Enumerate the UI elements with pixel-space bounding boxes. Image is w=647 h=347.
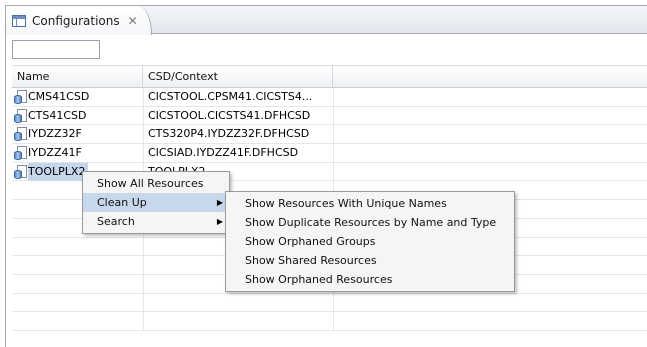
table-header: Name CSD/Context [12,66,647,88]
table-row[interactable]: CTS41CSD CICSTOOL.CICSTS41.DFHCSD [12,106,647,126]
table-row[interactable]: IYDZZ32F CTS320P4.IYDZZ32F.DFHCSD [12,125,647,145]
menu-item-clean-up[interactable]: Clean Up ▶ [83,193,229,212]
menu-item-label: Show Shared Resources [245,254,377,267]
csd-database-icon [14,164,27,179]
menu-item-show-orphaned-resources[interactable]: Show Orphaned Resources [226,270,514,289]
menu-item-label: Clean Up [97,196,147,209]
tab-title: Configurations [32,13,120,28]
csd-database-icon [14,90,27,104]
menu-item-show-shared-resources[interactable]: Show Shared Resources [226,251,514,270]
menu-item-label: Show Duplicate Resources by Name and Typ… [245,216,497,229]
menu-item-show-all-resources[interactable]: Show All Resources [83,174,229,193]
menu-item-label: Show Resources With Unique Names [245,197,447,210]
row-name-label: IYDZZ32F [28,127,82,141]
cell-context: CTS320P4.IYDZZ32F.DFHCSD [148,127,310,141]
cell-context: CICSIAD.IYDZZ41F.DFHCSD [148,146,299,160]
row-name-label: TOOLPLX2 [28,162,89,181]
table-row[interactable]: CMS41CSD CICSTOOL.CPSM41.CICSTS4... [12,88,647,107]
csd-database-icon [14,146,27,161]
filter-input[interactable] [12,40,100,59]
menu-item-show-orphaned-groups[interactable]: Show Orphaned Groups [226,232,514,251]
cell-context: CICSTOOL.CPSM41.CICSTS4... [148,90,313,103]
menu-item-label: Show Orphaned Resources [245,273,393,286]
submenu-arrow-icon: ▶ [216,198,223,207]
submenu-arrow-icon: ▶ [216,217,223,226]
column-header-csd-context[interactable]: CSD/Context [143,66,333,88]
context-menu: Show All Resources Clean Up ▶ Search ▶ [82,171,230,234]
empty-row [12,293,647,313]
close-icon[interactable]: ✕ [128,14,138,28]
cell-name: CTS41CSD [14,107,142,125]
configurations-view-icon [12,14,26,27]
menu-item-show-duplicate-resources[interactable]: Show Duplicate Resources by Name and Typ… [226,213,514,232]
cell-context: CICSTOOL.CICSTS41.DFHCSD [148,108,311,122]
menu-item-show-unique-names[interactable]: Show Resources With Unique Names [226,194,514,213]
row-name-label: CTS41CSD [28,108,87,122]
menu-item-label: Show All Resources [97,177,204,190]
clean-up-submenu: Show Resources With Unique Names Show Du… [225,191,515,292]
cell-name: IYDZZ41F [14,144,142,162]
column-header-name[interactable]: Name [12,66,143,88]
table-row[interactable]: IYDZZ41F CICSIAD.IYDZZ41F.DFHCSD [12,144,647,163]
csd-database-icon [14,108,27,123]
cell-name: IYDZZ32F [14,125,142,143]
row-name-label: IYDZZ41F [28,146,82,160]
csd-database-icon [14,127,27,142]
row-name-label: CMS41CSD [28,90,90,103]
menu-item-label: Search [97,215,135,228]
cell-name: CMS41CSD [14,88,142,106]
tab-configurations[interactable]: Configurations ✕ [6,6,152,35]
view-tab-bar: Configurations ✕ [6,6,647,35]
menu-item-label: Show Orphaned Groups [245,235,376,248]
empty-row [12,312,647,331]
menu-item-search[interactable]: Search ▶ [83,212,229,231]
